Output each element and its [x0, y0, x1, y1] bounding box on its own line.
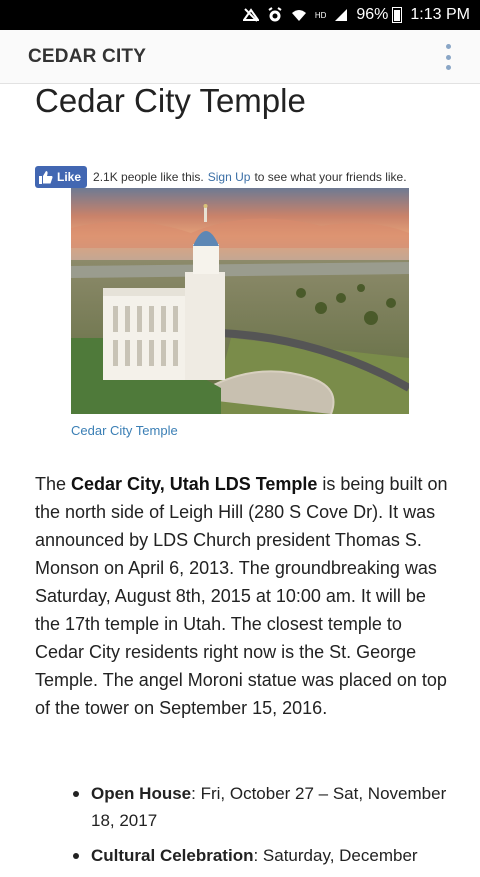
- more-vert-icon[interactable]: [442, 44, 454, 70]
- list-item: Open House: Fri, October 27 – Sat, Novem…: [35, 780, 455, 834]
- thumbs-up-icon: [39, 170, 53, 184]
- event-label: Cultural Celebration: [91, 846, 254, 865]
- event-value: : Saturday, December: [253, 846, 418, 865]
- like-suffix-text: to see what your friends like.: [254, 170, 407, 184]
- list-item: Cultural Celebration: Saturday, December: [35, 842, 455, 869]
- like-button-label: Like: [57, 170, 82, 184]
- image-caption-link[interactable]: Cedar City Temple: [71, 423, 178, 438]
- cell-signal-icon: [334, 8, 348, 22]
- hd-icon: HD: [314, 10, 327, 20]
- like-count-text: 2.1K people like this.: [93, 170, 204, 184]
- status-bar: HD 96% 1:13 PM: [0, 0, 480, 30]
- facebook-like-row: Like 2.1K people like this. Sign Up to s…: [35, 166, 407, 188]
- article-paragraph: The Cedar City, Utah LDS Temple is being…: [35, 470, 455, 722]
- event-label: Open House: [91, 784, 192, 803]
- battery-icon: [392, 7, 403, 23]
- paragraph-intro: The: [35, 474, 72, 494]
- paragraph-rest: is being built on the north side of Leig…: [35, 474, 448, 718]
- app-bar: CEDAR CITY: [0, 30, 480, 84]
- app-title[interactable]: CEDAR CITY: [28, 46, 146, 68]
- signal-cut-icon: [242, 8, 259, 22]
- alarm-icon: [267, 7, 283, 23]
- temple-photo[interactable]: [71, 188, 409, 414]
- page-title: Cedar City Temple: [35, 82, 306, 119]
- event-list: Open House: Fri, October 27 – Sat, Novem…: [35, 780, 455, 877]
- clock-time: 1:13 PM: [410, 6, 470, 23]
- signup-link[interactable]: Sign Up: [208, 170, 251, 184]
- battery-percent: 96%: [356, 6, 389, 23]
- wifi-icon: [291, 8, 307, 22]
- like-button[interactable]: Like: [35, 166, 88, 188]
- paragraph-bold: Cedar City, Utah LDS Temple: [71, 474, 318, 494]
